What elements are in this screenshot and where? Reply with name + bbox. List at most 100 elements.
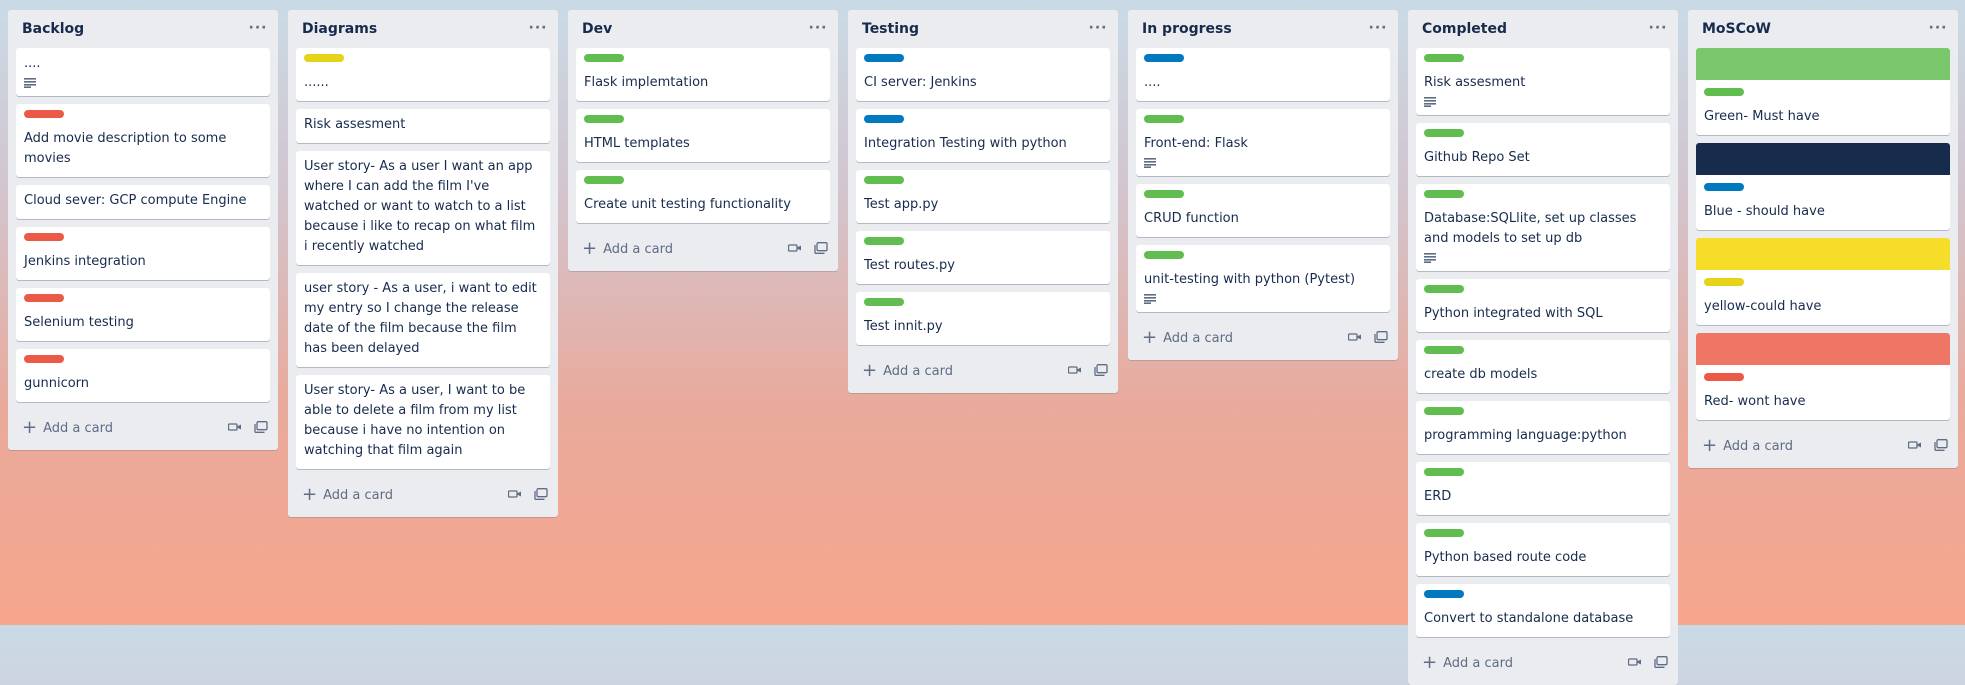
ellipsis-icon[interactable]: ··· (1926, 16, 1950, 40)
list-title[interactable]: Diagrams (302, 21, 377, 37)
list-header[interactable]: Testing ··· (848, 10, 1118, 48)
add-card-button[interactable]: + Add a card (1696, 432, 1892, 460)
list-header[interactable]: MoSCoW ··· (1688, 10, 1958, 48)
card[interactable]: Cloud sever: GCP compute Engine (16, 185, 270, 219)
card[interactable]: Test innit.py (856, 292, 1110, 345)
template-icon[interactable] (814, 242, 828, 254)
card[interactable]: Selenium testing (16, 288, 270, 341)
list-title[interactable]: MoSCoW (1702, 21, 1771, 37)
card[interactable]: CI server: Jenkins (856, 48, 1110, 101)
card[interactable]: .... (16, 48, 270, 96)
card[interactable]: Flask implemtation (576, 48, 830, 101)
card-label[interactable] (1144, 115, 1184, 123)
card-label[interactable] (584, 54, 624, 62)
list-title[interactable]: Backlog (22, 21, 84, 37)
card[interactable]: Add movie description to some movies (16, 104, 270, 177)
video-icon[interactable] (508, 488, 522, 500)
template-icon[interactable] (1934, 439, 1948, 451)
card[interactable]: ERD (1416, 462, 1670, 515)
ellipsis-icon[interactable]: ··· (1086, 16, 1110, 40)
card[interactable]: User story- As a user, I want to be able… (296, 375, 550, 469)
card[interactable]: Test app.py (856, 170, 1110, 223)
add-card-button[interactable]: + Add a card (296, 481, 492, 509)
video-icon[interactable] (1908, 439, 1922, 451)
card[interactable]: programming language:python (1416, 401, 1670, 454)
card[interactable]: Create unit testing functionality (576, 170, 830, 223)
card[interactable]: ...... (296, 48, 550, 101)
card-label[interactable] (1424, 407, 1464, 415)
template-icon[interactable] (1374, 331, 1388, 343)
ellipsis-icon[interactable]: ··· (526, 16, 550, 40)
card-label[interactable] (24, 233, 64, 241)
list-header[interactable]: Diagrams ··· (288, 10, 558, 48)
card-label[interactable] (864, 115, 904, 123)
card[interactable]: Integration Testing with python (856, 109, 1110, 162)
card[interactable]: User story- As a user I want an app wher… (296, 151, 550, 265)
card-label[interactable] (584, 115, 624, 123)
card-label[interactable] (584, 176, 624, 184)
template-icon[interactable] (534, 488, 548, 500)
card[interactable]: unit-testing with python (Pytest) (1136, 245, 1390, 312)
card[interactable]: Risk assesment (296, 109, 550, 143)
card[interactable]: Convert to standalone database (1416, 584, 1670, 637)
card[interactable]: Blue - should have (1696, 143, 1950, 230)
list-header[interactable]: In progress ··· (1128, 10, 1398, 48)
card-label[interactable] (1144, 54, 1184, 62)
card[interactable]: create db models (1416, 340, 1670, 393)
card-label[interactable] (1424, 54, 1464, 62)
list-header[interactable]: Dev ··· (568, 10, 838, 48)
add-card-button[interactable]: + Add a card (576, 235, 772, 263)
card[interactable]: .... (1136, 48, 1390, 101)
card[interactable]: Github Repo Set (1416, 123, 1670, 176)
card[interactable]: Test routes.py (856, 231, 1110, 284)
card-label[interactable] (1704, 183, 1744, 191)
list-title[interactable]: Testing (862, 21, 919, 37)
card-label[interactable] (1424, 190, 1464, 198)
video-icon[interactable] (788, 242, 802, 254)
card[interactable]: Red- wont have (1696, 333, 1950, 420)
ellipsis-icon[interactable]: ··· (1366, 16, 1390, 40)
card-label[interactable] (1424, 590, 1464, 598)
card-label[interactable] (1424, 129, 1464, 137)
video-icon[interactable] (1628, 656, 1642, 668)
card-label[interactable] (24, 294, 64, 302)
card-label[interactable] (24, 110, 64, 118)
list-header[interactable]: Backlog ··· (8, 10, 278, 48)
card[interactable]: user story - As a user, i want to edit m… (296, 273, 550, 367)
card[interactable]: Green- Must have (1696, 48, 1950, 135)
card-label[interactable] (1424, 468, 1464, 476)
list-header[interactable]: Completed ··· (1408, 10, 1678, 48)
card[interactable]: yellow-could have (1696, 238, 1950, 325)
card[interactable]: Front-end: Flask (1136, 109, 1390, 176)
video-icon[interactable] (1068, 364, 1082, 376)
card-label[interactable] (864, 176, 904, 184)
list-title[interactable]: In progress (1142, 21, 1232, 37)
card-label[interactable] (864, 237, 904, 245)
video-icon[interactable] (1348, 331, 1362, 343)
card-label[interactable] (1144, 190, 1184, 198)
card[interactable]: Jenkins integration (16, 227, 270, 280)
card-label[interactable] (1704, 278, 1744, 286)
card-label[interactable] (1424, 285, 1464, 293)
template-icon[interactable] (1094, 364, 1108, 376)
card-label[interactable] (1424, 529, 1464, 537)
add-card-button[interactable]: + Add a card (1416, 649, 1612, 677)
video-icon[interactable] (228, 421, 242, 433)
card-label[interactable] (1704, 88, 1744, 96)
card-label[interactable] (304, 54, 344, 62)
add-card-button[interactable]: + Add a card (16, 414, 212, 442)
card[interactable]: Risk assesment (1416, 48, 1670, 115)
card[interactable]: Python integrated with SQL (1416, 279, 1670, 332)
card-label[interactable] (1144, 251, 1184, 259)
ellipsis-icon[interactable]: ··· (806, 16, 830, 40)
card-label[interactable] (864, 54, 904, 62)
ellipsis-icon[interactable]: ··· (1646, 16, 1670, 40)
list-title[interactable]: Completed (1422, 21, 1507, 37)
add-card-button[interactable]: + Add a card (1136, 324, 1332, 352)
template-icon[interactable] (254, 421, 268, 433)
card[interactable]: HTML templates (576, 109, 830, 162)
add-card-button[interactable]: + Add a card (856, 357, 1052, 385)
card[interactable]: Python based route code (1416, 523, 1670, 576)
card[interactable]: gunnicorn (16, 349, 270, 402)
card-label[interactable] (864, 298, 904, 306)
